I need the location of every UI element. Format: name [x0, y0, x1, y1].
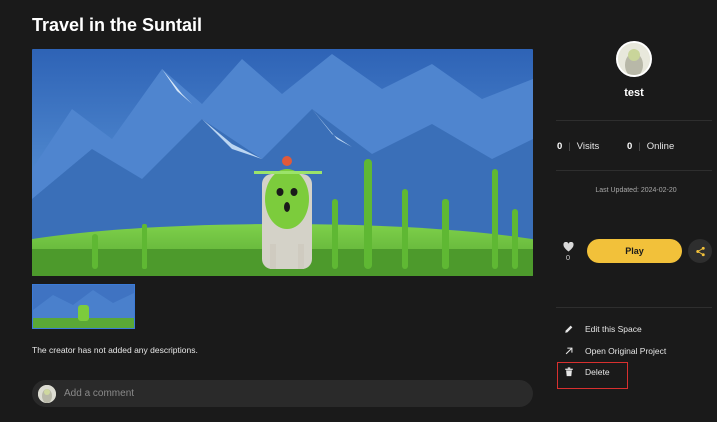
- divider: [556, 120, 712, 121]
- thumbnail-image[interactable]: [32, 284, 135, 329]
- share-icon: [695, 246, 705, 256]
- open-original-project-label: Open Original Project: [585, 346, 667, 356]
- online-label: Online: [646, 141, 675, 152]
- creator-username[interactable]: test: [600, 87, 668, 99]
- stat-separator: |: [568, 141, 571, 152]
- heart-icon: [562, 241, 574, 252]
- visits-label: Visits: [576, 141, 600, 152]
- like-count: 0: [565, 253, 571, 262]
- pencil-icon: [563, 323, 575, 335]
- visits-stat: 0 | Visits: [557, 141, 599, 152]
- creator-avatar[interactable]: [616, 41, 652, 77]
- open-original-project-menu-item[interactable]: Open Original Project: [563, 345, 666, 357]
- online-count: 0: [627, 141, 633, 152]
- visits-count: 0: [557, 141, 563, 152]
- comment-placeholder: Add a comment: [64, 388, 135, 399]
- share-button[interactable]: [688, 239, 712, 263]
- hero-image: [32, 49, 533, 276]
- divider: [556, 170, 712, 171]
- edit-space-label: Edit this Space: [585, 324, 642, 334]
- description-text: The creator has not added any descriptio…: [32, 345, 198, 355]
- online-stat: 0 | Online: [627, 141, 674, 152]
- comment-avatar: [38, 384, 56, 403]
- divider: [556, 307, 712, 308]
- delete-highlight-box: [557, 362, 628, 389]
- comment-input[interactable]: Add a comment: [32, 380, 533, 407]
- page-title: Travel in the Suntail: [32, 15, 203, 35]
- stat-separator: |: [638, 141, 641, 152]
- edit-space-menu-item[interactable]: Edit this Space: [563, 323, 642, 335]
- arrow-up-right-icon: [563, 345, 575, 357]
- play-button[interactable]: Play: [587, 239, 682, 263]
- last-updated: Last Updated: 2024-02-20: [595, 187, 677, 194]
